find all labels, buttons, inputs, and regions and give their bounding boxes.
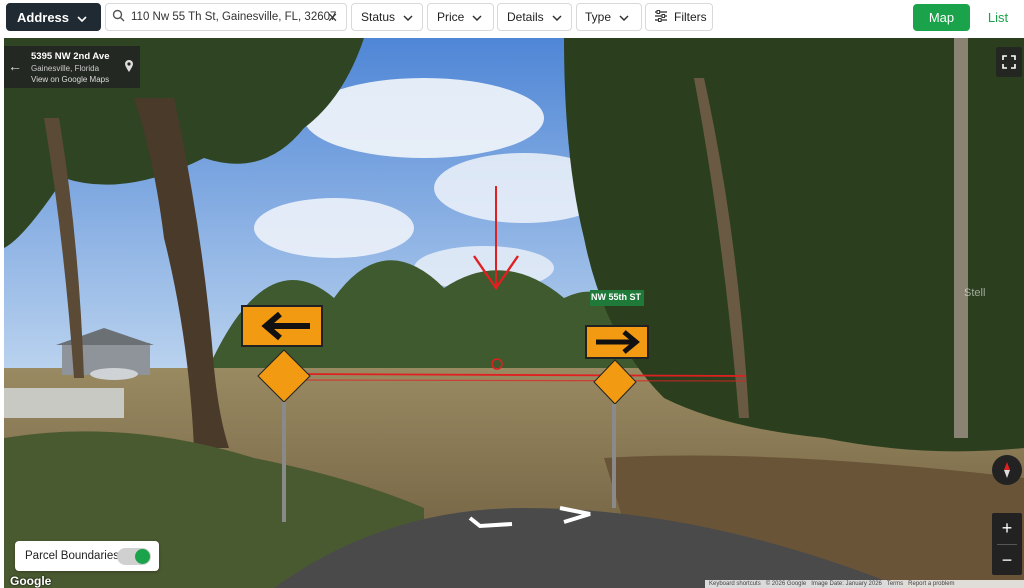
- map-pin-icon[interactable]: [124, 59, 134, 78]
- price-filter[interactable]: Price: [427, 3, 494, 31]
- chevron-down-icon: [552, 10, 562, 24]
- address-mode-button[interactable]: Address: [6, 3, 101, 31]
- google-logo: Google: [10, 574, 52, 588]
- view-on-google-maps-link[interactable]: View on Google Maps: [31, 75, 109, 84]
- watermark: Stell: [964, 287, 986, 299]
- back-arrow-icon[interactable]: ←: [8, 58, 22, 74]
- list-view-label: List: [987, 10, 1009, 25]
- parcel-boundaries-toggle[interactable]: [117, 548, 151, 565]
- search-input[interactable]: 110 Nw 55 Th St, Gainesville, FL, 32607 …: [105, 3, 347, 31]
- street-view-panorama[interactable]: [4, 38, 1024, 588]
- map-view-label: Map: [928, 10, 955, 25]
- compass-button[interactable]: [992, 455, 1022, 485]
- status-filter[interactable]: Status: [351, 3, 423, 31]
- search-icon: [112, 9, 125, 25]
- image-date-text: Image Date: January 2026: [811, 581, 882, 587]
- location-city: Gainesville, Florida: [31, 64, 100, 73]
- location-card: ← 5395 NW 2nd Ave Gainesville, Florida V…: [4, 46, 140, 88]
- toggle-knob: [135, 549, 150, 564]
- address-mode-label: Address: [17, 9, 70, 25]
- zoom-out-button[interactable]: −: [992, 545, 1022, 576]
- location-street: 5395 NW 2nd Ave: [31, 51, 110, 62]
- parcel-boundaries-label: Parcel Boundaries: [25, 550, 119, 562]
- keyboard-shortcuts-link[interactable]: Keyboard shortcuts: [709, 581, 761, 587]
- chevron-down-icon: [403, 10, 413, 24]
- street-view-image: [4, 38, 1024, 588]
- chevron-down-icon: [77, 10, 87, 25]
- fullscreen-icon: [1002, 55, 1016, 74]
- terms-link[interactable]: Terms: [887, 581, 903, 587]
- more-filters-button[interactable]: Filters: [645, 3, 713, 31]
- street-sign-text: NW 55th ST: [591, 292, 642, 302]
- fullscreen-button[interactable]: [996, 47, 1022, 77]
- details-filter-label: Details: [507, 10, 544, 24]
- chevron-down-icon: [619, 10, 629, 24]
- status-filter-label: Status: [361, 10, 396, 24]
- close-icon[interactable]: ✕: [327, 10, 338, 26]
- more-filters-label: Filters: [674, 10, 707, 24]
- map-footer: Keyboard shortcuts © 2026 Google Image D…: [705, 580, 1024, 588]
- sliders-icon: [654, 9, 668, 25]
- zoom-in-button[interactable]: +: [992, 513, 1022, 544]
- copyright-text: © 2026 Google: [765, 581, 807, 587]
- type-filter[interactable]: Type: [576, 3, 642, 31]
- map-view-button[interactable]: Map: [913, 4, 970, 31]
- zoom-control: + −: [992, 513, 1022, 575]
- parcel-boundaries-control: Parcel Boundaries: [15, 541, 159, 571]
- chevron-down-icon: [472, 10, 482, 24]
- type-filter-label: Type: [585, 10, 612, 24]
- search-value: 110 Nw 55 Th St, Gainesville, FL, 32607: [131, 11, 337, 23]
- price-filter-label: Price: [437, 10, 465, 24]
- top-toolbar: Address 110 Nw 55 Th St, Gainesville, FL…: [0, 0, 1024, 36]
- list-view-button[interactable]: List: [976, 4, 1020, 31]
- report-problem-link[interactable]: Report a problem: [908, 581, 954, 587]
- compass-icon: [998, 461, 1016, 484]
- details-filter[interactable]: Details: [497, 3, 572, 31]
